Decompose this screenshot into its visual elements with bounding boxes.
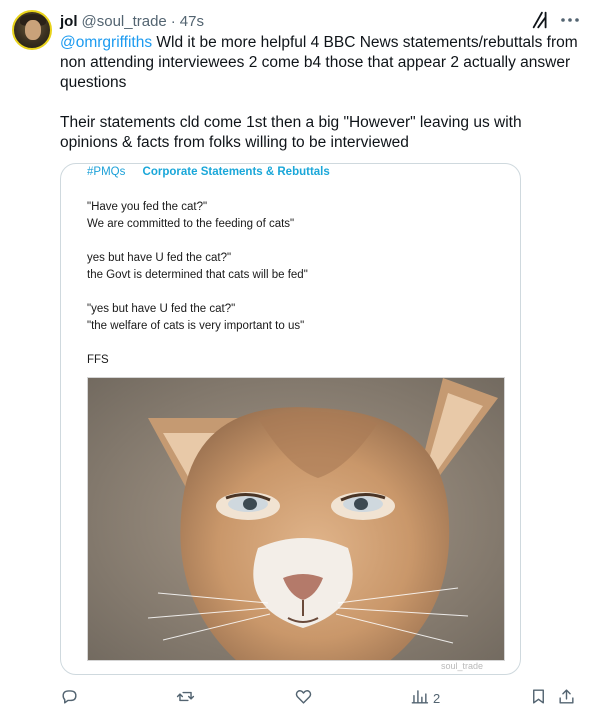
avatar[interactable] [12, 10, 52, 50]
repost-button[interactable] [176, 686, 199, 710]
mention-link[interactable]: @omrgriffiths [60, 34, 152, 51]
media-hashtag: #PMQs [87, 166, 126, 178]
media-quote-lines: "Have you fed the cat?" We are committed… [87, 199, 507, 369]
media-line: "the welfare of cats is very important t… [87, 320, 305, 332]
media-line: the Govt is determined that cats will be… [87, 269, 308, 281]
repost-icon [176, 687, 195, 709]
tweet-paragraph-2: Their statements cld come 1st then a big… [60, 114, 522, 151]
views-icon [410, 687, 429, 709]
tweet-header: jol @soul_trade · 47s [60, 11, 204, 31]
views-count: 2 [433, 690, 441, 706]
tweet-media-image[interactable]: #PMQs Corporate Statements & Rebuttals "… [60, 163, 521, 675]
bookmark-button[interactable] [529, 686, 548, 710]
bookmark-icon [529, 687, 548, 709]
author-handle[interactable]: @soul_trade [82, 13, 167, 30]
like-icon [294, 687, 313, 709]
media-line: "yes but have U fed the cat?" [87, 303, 236, 315]
media-watermark: soul_trade [441, 661, 484, 671]
cougar-photo [87, 377, 505, 661]
media-line [87, 335, 507, 352]
media-line: FFS [87, 354, 109, 366]
tweet-paragraph-1: @omrgriffiths Wld it be more helpful 4 B… [60, 33, 580, 93]
media-line [87, 233, 507, 250]
grok-icon[interactable] [530, 9, 552, 31]
media-header: #PMQs Corporate Statements & Rebuttals [87, 166, 330, 178]
media-line [87, 284, 507, 301]
timestamp[interactable]: 47s [180, 13, 204, 30]
separator-dot: · [170, 12, 176, 30]
like-button[interactable] [294, 686, 317, 710]
action-bar: 2 [60, 686, 590, 710]
more-icon[interactable] [558, 8, 582, 32]
author-name[interactable]: jol [60, 13, 78, 30]
share-button[interactable] [557, 686, 576, 710]
media-line: "Have you fed the cat?" [87, 201, 208, 213]
media-line: yes but have U fed the cat?" [87, 252, 232, 264]
tweet-text: @omrgriffiths Wld it be more helpful 4 B… [60, 33, 580, 153]
share-icon [557, 687, 576, 709]
views-button[interactable]: 2 [410, 686, 440, 710]
reply-button[interactable] [60, 686, 83, 710]
reply-icon [60, 687, 79, 709]
media-title: Corporate Statements & Rebuttals [142, 166, 330, 178]
tweet: jol @soul_trade · 47s @omrgriffiths Wld … [0, 0, 600, 720]
media-line: We are committed to the feeding of cats" [87, 218, 295, 230]
